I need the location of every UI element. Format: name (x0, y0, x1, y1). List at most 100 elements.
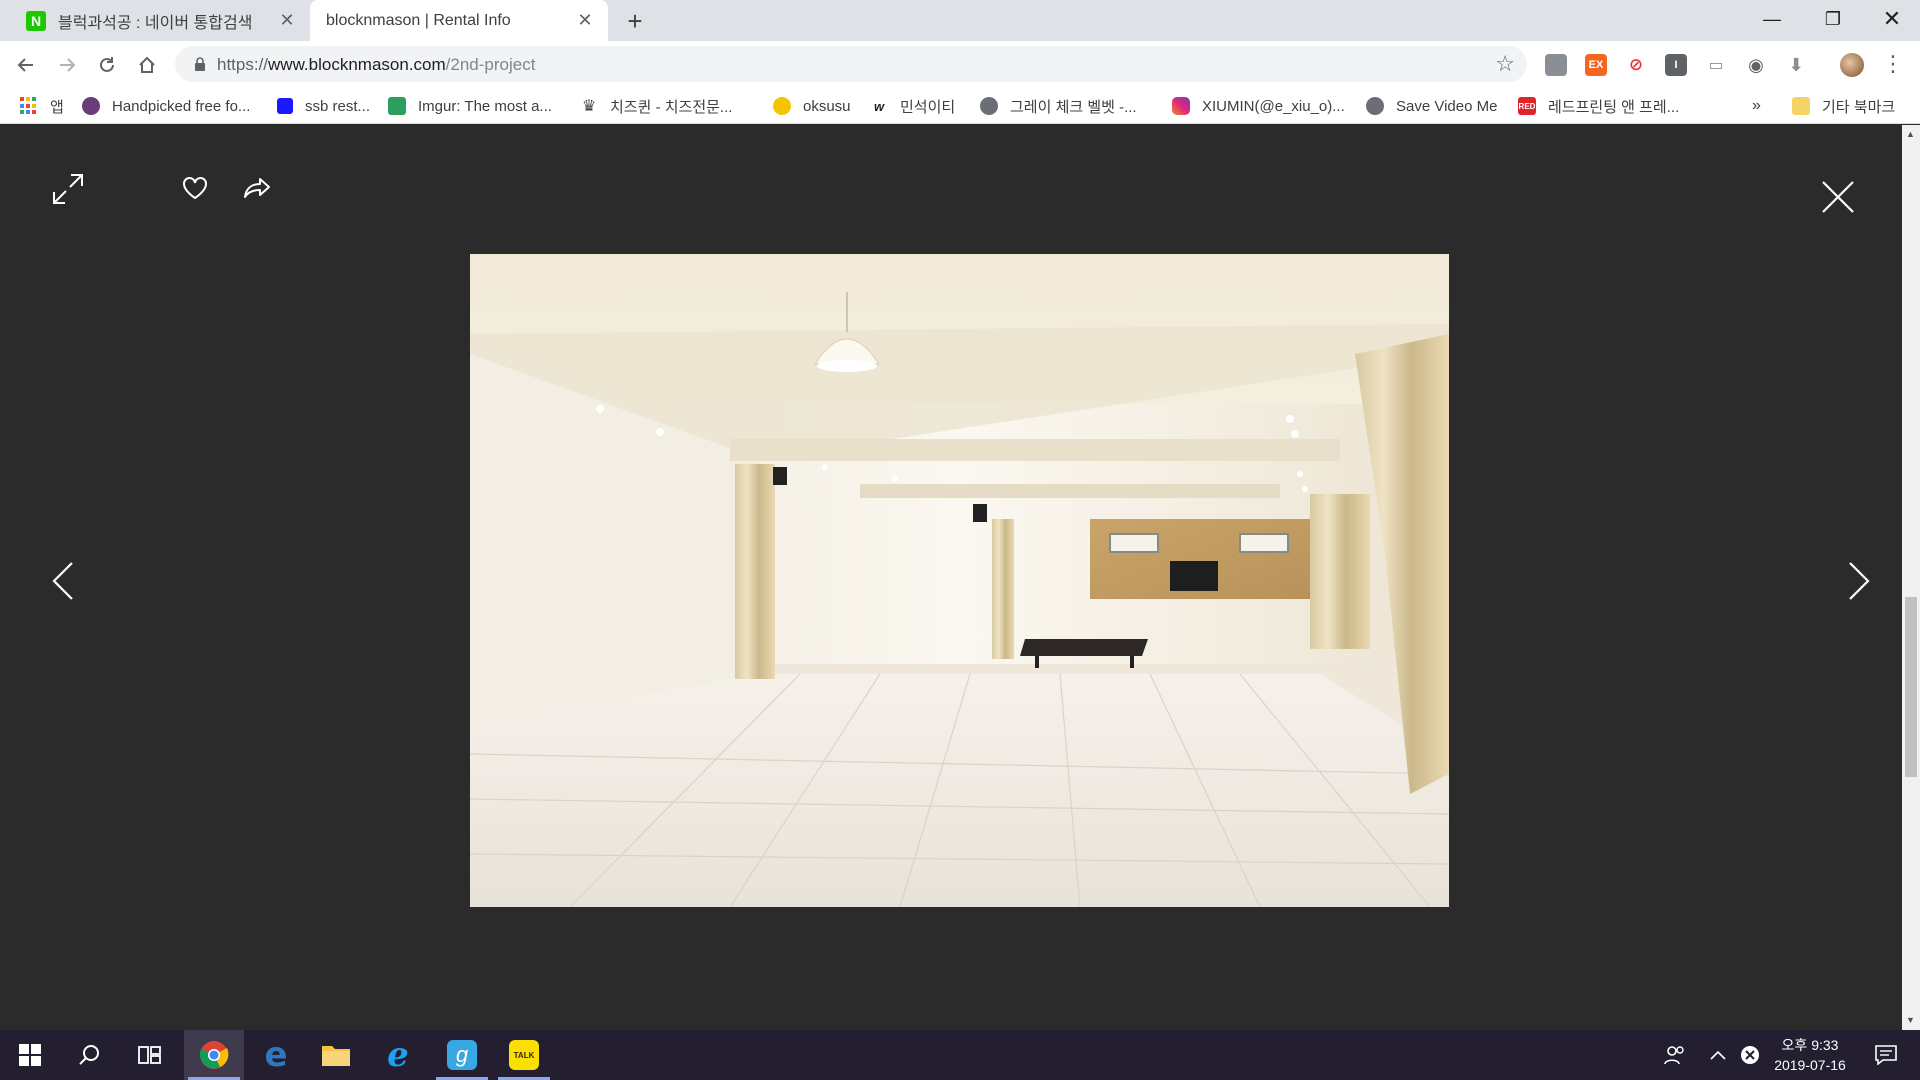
tab-close-icon[interactable]: ✕ (276, 10, 298, 32)
maximize-button[interactable]: ❐ (1803, 0, 1863, 38)
tab-naver-search[interactable]: N 블럭과석공 : 네이버 통합검색 ✕ (0, 0, 310, 41)
folder-icon (322, 1046, 350, 1066)
bookmark-apps[interactable]: 앱 (20, 88, 64, 124)
bookmark-minseok[interactable]: w 민석이티 (870, 88, 955, 124)
imgur-icon (388, 97, 406, 115)
bookmark-save-video[interactable]: Save Video Me (1366, 88, 1497, 124)
windows-logo-icon (19, 1044, 41, 1066)
bookmark-imgur[interactable]: Imgur: The most a... (388, 88, 552, 124)
kakaotalk-icon: TALK (509, 1040, 539, 1070)
lock-icon (191, 55, 209, 73)
forward-button[interactable] (51, 49, 83, 81)
bookmark-handpicked[interactable]: Handpicked free fo... (82, 88, 250, 124)
arrow-left-icon (17, 58, 33, 72)
g-app-icon: g (447, 1040, 477, 1070)
bookmark-ssb[interactable]: ssb rest... (277, 88, 370, 124)
heart-icon[interactable] (178, 171, 212, 205)
bookmark-gray-check[interactable]: 그레이 체크 벨벳 -... (980, 88, 1137, 124)
chrome-taskbar-button[interactable] (184, 1030, 244, 1080)
profile-avatar[interactable] (1840, 53, 1864, 77)
tab-strip: N 블럭과석공 : 네이버 통합검색 ✕ blocknmason | Renta… (0, 0, 1920, 41)
system-clock[interactable]: 오후 9:33 2019-07-16 (1760, 1035, 1860, 1075)
brush-icon (82, 97, 100, 115)
oksusu-icon (773, 97, 791, 115)
search-icon (79, 1045, 99, 1065)
bookmarks-overflow-button[interactable]: » (1752, 88, 1761, 124)
puzzle-icon[interactable] (1545, 54, 1567, 76)
edge-icon: e (264, 1035, 288, 1075)
apps-grid-icon (20, 97, 38, 115)
globe-icon (1366, 97, 1384, 115)
menu-dots-icon[interactable]: ⋮ (1882, 51, 1904, 77)
clock-date: 2019-07-16 (1774, 1057, 1846, 1073)
scrollbar-thumb[interactable] (1905, 597, 1917, 777)
chevron-left-icon[interactable] (48, 558, 78, 604)
arrow-right-icon (60, 58, 76, 72)
home-icon (139, 56, 155, 73)
notification-icon[interactable] (1866, 1030, 1906, 1080)
folder-icon (1792, 97, 1810, 115)
close-icon[interactable] (1818, 177, 1858, 217)
clock-time: 오후 9:33 (1781, 1037, 1839, 1053)
scroll-up-arrow[interactable]: ▲ (1906, 129, 1915, 139)
studio-photo (470, 254, 1449, 907)
naver-favicon-icon: N (26, 10, 46, 31)
camera-extension-icon[interactable]: ◉ (1745, 54, 1767, 76)
crown-icon: ♛ (581, 98, 597, 115)
kakaotalk-taskbar-button[interactable]: TALK (494, 1030, 554, 1080)
back-button[interactable] (10, 49, 42, 81)
blue-square-icon (277, 98, 293, 114)
tab-blocknmason[interactable]: blocknmason | Rental Info ✕ (310, 0, 608, 41)
block-extension-icon[interactable]: ⊘ (1625, 54, 1647, 76)
file-explorer-button[interactable] (306, 1030, 366, 1080)
instagram-icon (1172, 97, 1190, 115)
tab-title: 블럭과석공 : 네이버 통합검색 (58, 14, 253, 32)
cast-extension-icon[interactable]: ▭ (1705, 54, 1727, 76)
task-view-button[interactable] (120, 1030, 180, 1080)
minimize-button[interactable]: — (1742, 0, 1802, 38)
bookmark-oksusu[interactable]: oksusu (773, 88, 851, 124)
w-icon: w (873, 98, 885, 114)
bookmark-star-icon[interactable]: ☆ (1495, 51, 1515, 77)
scroll-down-arrow[interactable]: ▼ (1906, 1015, 1915, 1025)
bookmark-xiumin[interactable]: XIUMIN(@e_xiu_o)... (1172, 88, 1345, 124)
search-button[interactable] (60, 1030, 120, 1080)
home-button[interactable] (131, 49, 163, 81)
g-app-taskbar-button[interactable]: g (432, 1030, 492, 1080)
start-button[interactable] (0, 1030, 60, 1080)
url-path: /2nd-project (445, 55, 536, 74)
chevron-up-icon[interactable] (1703, 1030, 1733, 1080)
chrome-icon (199, 1041, 229, 1069)
lightbox-overlay (0, 125, 1902, 1030)
window-close-button[interactable]: ✕ (1862, 0, 1920, 38)
bookmark-redprinting[interactable]: RED 레드프린팅 앤 프레... (1518, 88, 1679, 124)
bookmark-cheesequeen[interactable]: ♛ 치즈퀸 - 치즈전문... (580, 88, 733, 124)
new-tab-button[interactable]: + (620, 6, 650, 36)
fullscreen-icon[interactable] (48, 169, 88, 209)
other-bookmarks[interactable]: 기타 북마크 (1792, 88, 1895, 124)
people-icon[interactable] (1657, 1030, 1693, 1080)
url-scheme: https:// (217, 55, 269, 74)
ie-taskbar-button[interactable]: e (368, 1030, 428, 1080)
bookmarks-bar: 앱 Handpicked free fo... ssb rest... Imgu… (0, 88, 1920, 124)
task-view-icon (138, 1046, 161, 1064)
url-host: www.blocknmason.com (268, 55, 446, 74)
page-scrollbar[interactable]: ▲ ▼ (1902, 125, 1920, 1030)
info-extension-icon[interactable]: I (1665, 54, 1687, 76)
browser-toolbar: https://www.blocknmason.com/2nd-project … (0, 41, 1920, 88)
address-bar[interactable]: https://www.blocknmason.com/2nd-project … (175, 46, 1527, 82)
tab-title: blocknmason | Rental Info (326, 11, 511, 29)
internet-explorer-icon: e (387, 1035, 409, 1075)
share-icon[interactable] (240, 171, 274, 205)
reload-icon (100, 57, 114, 72)
url-text: https://www.blocknmason.com/2nd-project (217, 55, 535, 75)
edge-taskbar-button[interactable]: e (246, 1030, 306, 1080)
tab-close-icon[interactable]: ✕ (574, 10, 596, 32)
download-extension-icon[interactable]: ⬇ (1785, 54, 1807, 76)
lightbox-photo (470, 254, 1449, 907)
chevron-right-icon[interactable] (1844, 558, 1874, 604)
globe-icon (980, 97, 998, 115)
reload-button[interactable] (91, 49, 123, 81)
red-icon: RED (1518, 97, 1536, 115)
ex-extension-icon[interactable]: EX (1585, 54, 1607, 76)
